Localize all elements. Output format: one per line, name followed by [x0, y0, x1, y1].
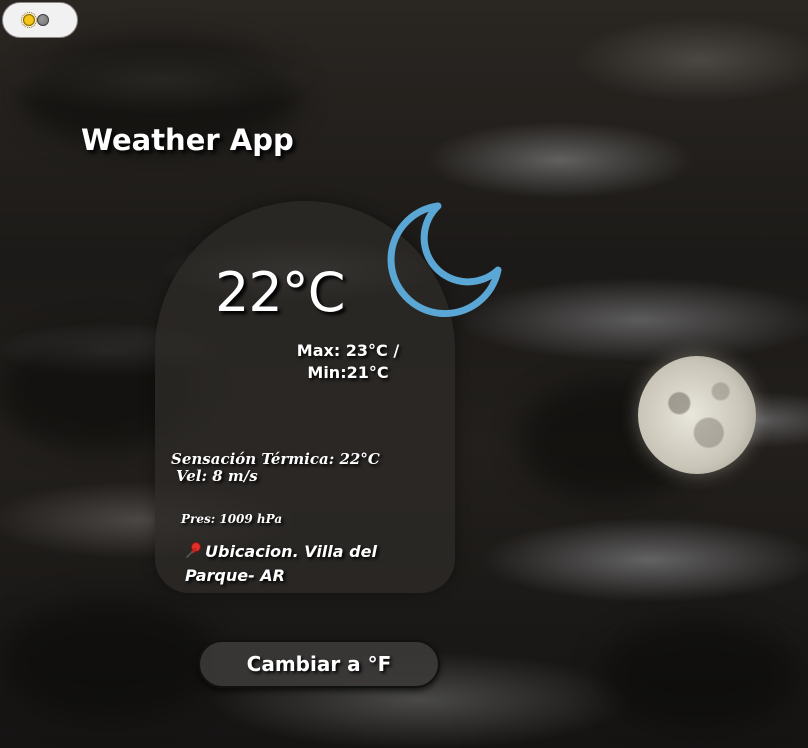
dark-cloud [0, 600, 220, 720]
moon-icon [37, 14, 49, 26]
min-temperature-line: Min:21°C [307, 363, 389, 382]
convert-unit-button[interactable]: Cambiar a °F [198, 640, 440, 688]
max-min-temperature: Max: 23°C / Min:21°C [268, 340, 428, 384]
pressure: Pres: 1009 hPa [181, 512, 283, 526]
location-line-2: Parque- AR [185, 566, 285, 585]
current-temperature: 22°C [215, 261, 345, 324]
sun-icon [21, 12, 37, 28]
full-moon-photo [638, 356, 756, 474]
night-sky-background: Weather App 22°C Max: 23°C / Min:21°C Se… [0, 0, 808, 748]
wind-speed: Vel: 8 m/s [176, 467, 258, 485]
app-title: Weather App [81, 123, 294, 157]
feels-like: Sensación Térmica: 22°C [171, 450, 380, 468]
location: Ubicacion. Villa del Parque- AR [185, 540, 440, 588]
pushpin-icon [185, 540, 203, 564]
max-temperature-line: Max: 23°C / [296, 341, 400, 360]
dark-cloud [600, 620, 800, 730]
theme-toggle[interactable] [2, 2, 78, 38]
crescent-moon-icon [387, 202, 502, 318]
location-line-1: Ubicacion. Villa del [205, 542, 377, 561]
